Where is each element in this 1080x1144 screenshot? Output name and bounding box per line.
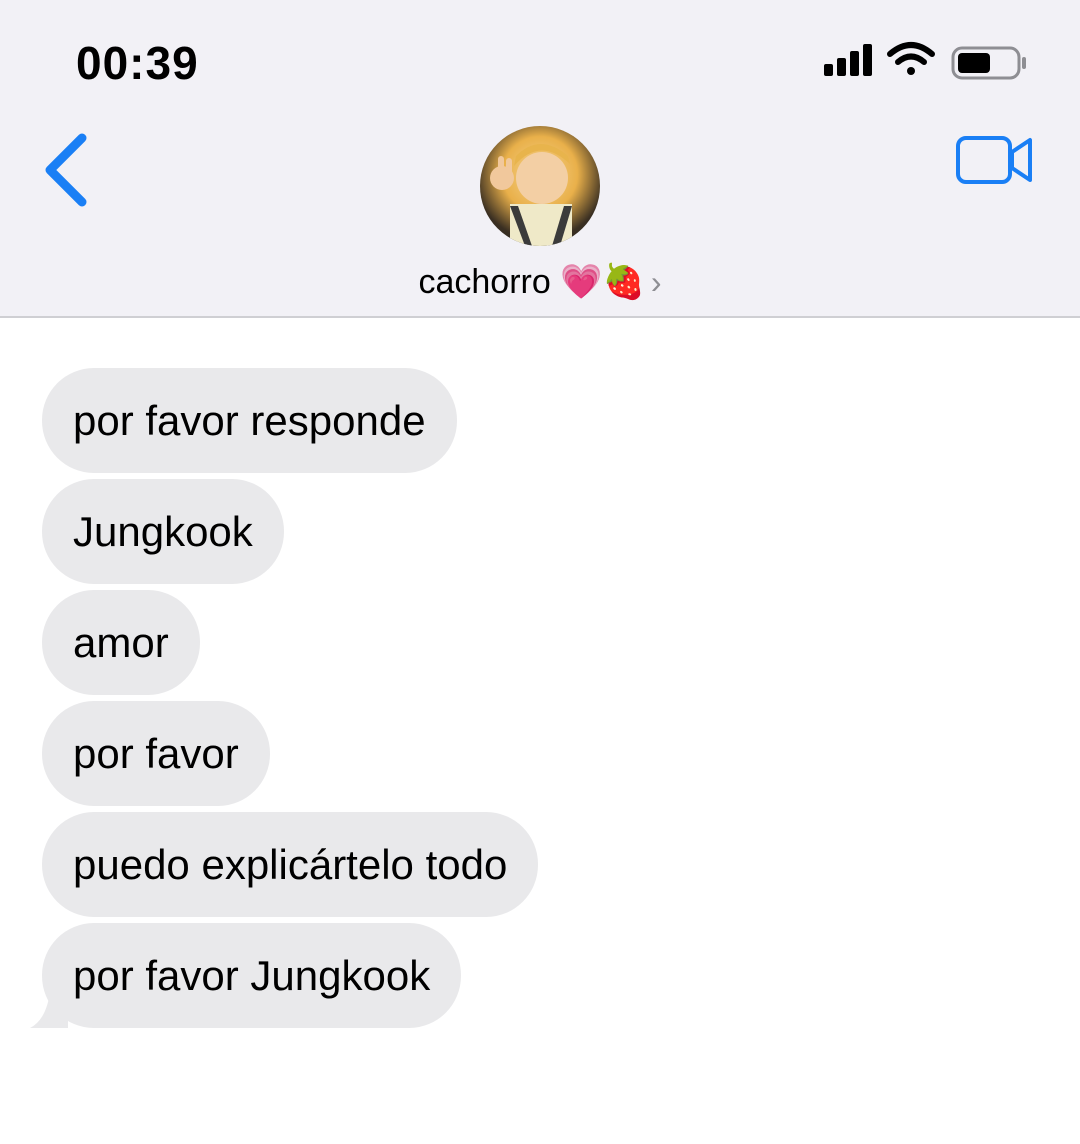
chevron-right-icon: › bbox=[650, 264, 662, 300]
status-icons bbox=[824, 42, 1026, 80]
message-bubble[interactable]: puedo explicártelo todo bbox=[42, 812, 539, 917]
message-text: por favor Jungkook bbox=[73, 952, 431, 999]
back-chevron-icon[interactable] bbox=[34, 128, 104, 212]
contact-avatar[interactable] bbox=[480, 126, 600, 246]
message-bubble[interactable]: por favor bbox=[42, 701, 270, 806]
message-bubble[interactable]: por favor responde bbox=[42, 368, 457, 473]
message-text: puedo explicártelo todo bbox=[73, 841, 508, 888]
wifi-icon bbox=[887, 42, 935, 75]
bubble-tail bbox=[30, 992, 68, 1028]
battery-icon bbox=[951, 46, 1026, 80]
message-text: amor bbox=[73, 619, 169, 666]
status-time: 00:39 bbox=[76, 37, 199, 89]
contact-name-button[interactable]: cachorro 💗🍓 › bbox=[0, 262, 1080, 302]
message-bubble[interactable]: amor bbox=[42, 590, 200, 695]
conversation-header: 00:39 cachorro 💗🍓 › bbox=[0, 0, 1080, 318]
cellular-signal-icon bbox=[824, 44, 872, 76]
message-text: por favor bbox=[73, 730, 239, 777]
message-text: Jungkook bbox=[73, 508, 253, 555]
message-bubble[interactable]: por favor Jungkook bbox=[30, 923, 462, 1028]
message-list: por favor responde Jungkook amor por fav… bbox=[30, 368, 1042, 1034]
message-text: por favor responde bbox=[73, 397, 426, 444]
message-bubble[interactable]: Jungkook bbox=[42, 479, 284, 584]
contact-name: cachorro 💗🍓 bbox=[418, 263, 645, 301]
video-camera-icon[interactable] bbox=[954, 132, 1038, 190]
avatar-photo bbox=[490, 144, 572, 246]
